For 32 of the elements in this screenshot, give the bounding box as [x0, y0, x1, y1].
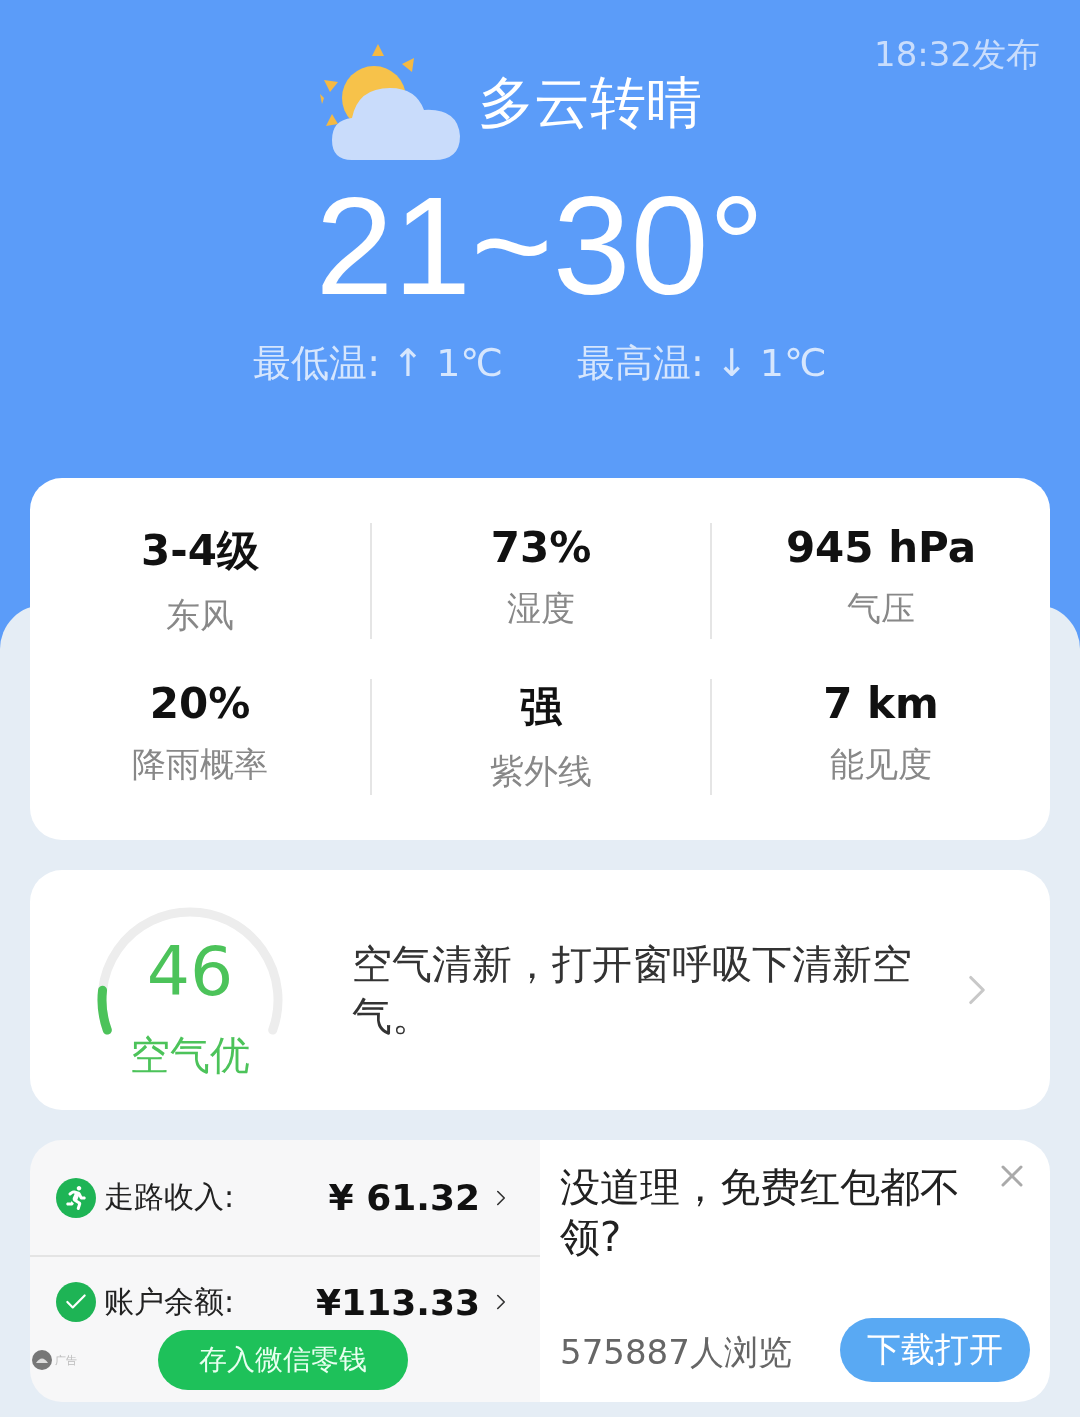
low-temp-change: 最低温: ↑ 1℃	[253, 340, 503, 387]
aqi-value: 46	[145, 932, 235, 1011]
high-temp-change: 最高温: ↓ 1℃	[577, 340, 827, 387]
aqi-grade: 空气优	[129, 1031, 251, 1080]
weather-condition: 多云转晴	[478, 69, 702, 137]
deposit-button[interactable]: 存入微信零钱	[158, 1330, 408, 1390]
view-count: 575887人浏览	[560, 1331, 792, 1374]
check-icon	[56, 1282, 96, 1322]
wallet-amount: ¥ 61.32	[328, 1177, 480, 1218]
stat-value: 945 hPa	[785, 523, 977, 572]
stat-value: 强	[520, 681, 562, 733]
ad-title: 没道理，免费红包都不领?	[560, 1163, 961, 1262]
wallet-amount: ¥113.33	[316, 1281, 480, 1323]
stat-label: 降雨概率	[132, 743, 268, 786]
stat-value: 20%	[149, 679, 251, 728]
air-advice: 空气清新，打开窗呼吸下清新空气。	[352, 940, 912, 1041]
stat-value: 73%	[490, 523, 592, 572]
publish-time: 18:32发布	[874, 33, 1040, 76]
stat-label: 气压	[847, 587, 915, 630]
stat-value: 3-4级	[141, 525, 259, 577]
air-quality-card[interactable]: 46 空气优 空气清新，打开窗呼吸下清新空气。	[30, 870, 1050, 1110]
temperature-range: 21~30°	[315, 176, 765, 316]
wallet-label: 走路收入:	[104, 1178, 236, 1216]
stat-label: 东风	[166, 594, 234, 637]
download-button[interactable]: 下载打开	[840, 1318, 1030, 1382]
stat-label: 湿度	[507, 587, 575, 630]
ad-mark-icon	[32, 1350, 52, 1370]
stat-label: 能见度	[830, 743, 932, 786]
runner-icon	[56, 1177, 96, 1218]
wallet-label: 账户余额:	[104, 1282, 236, 1321]
stat-value: 7 km	[823, 679, 939, 728]
stat-label: 紫外线	[490, 750, 592, 793]
